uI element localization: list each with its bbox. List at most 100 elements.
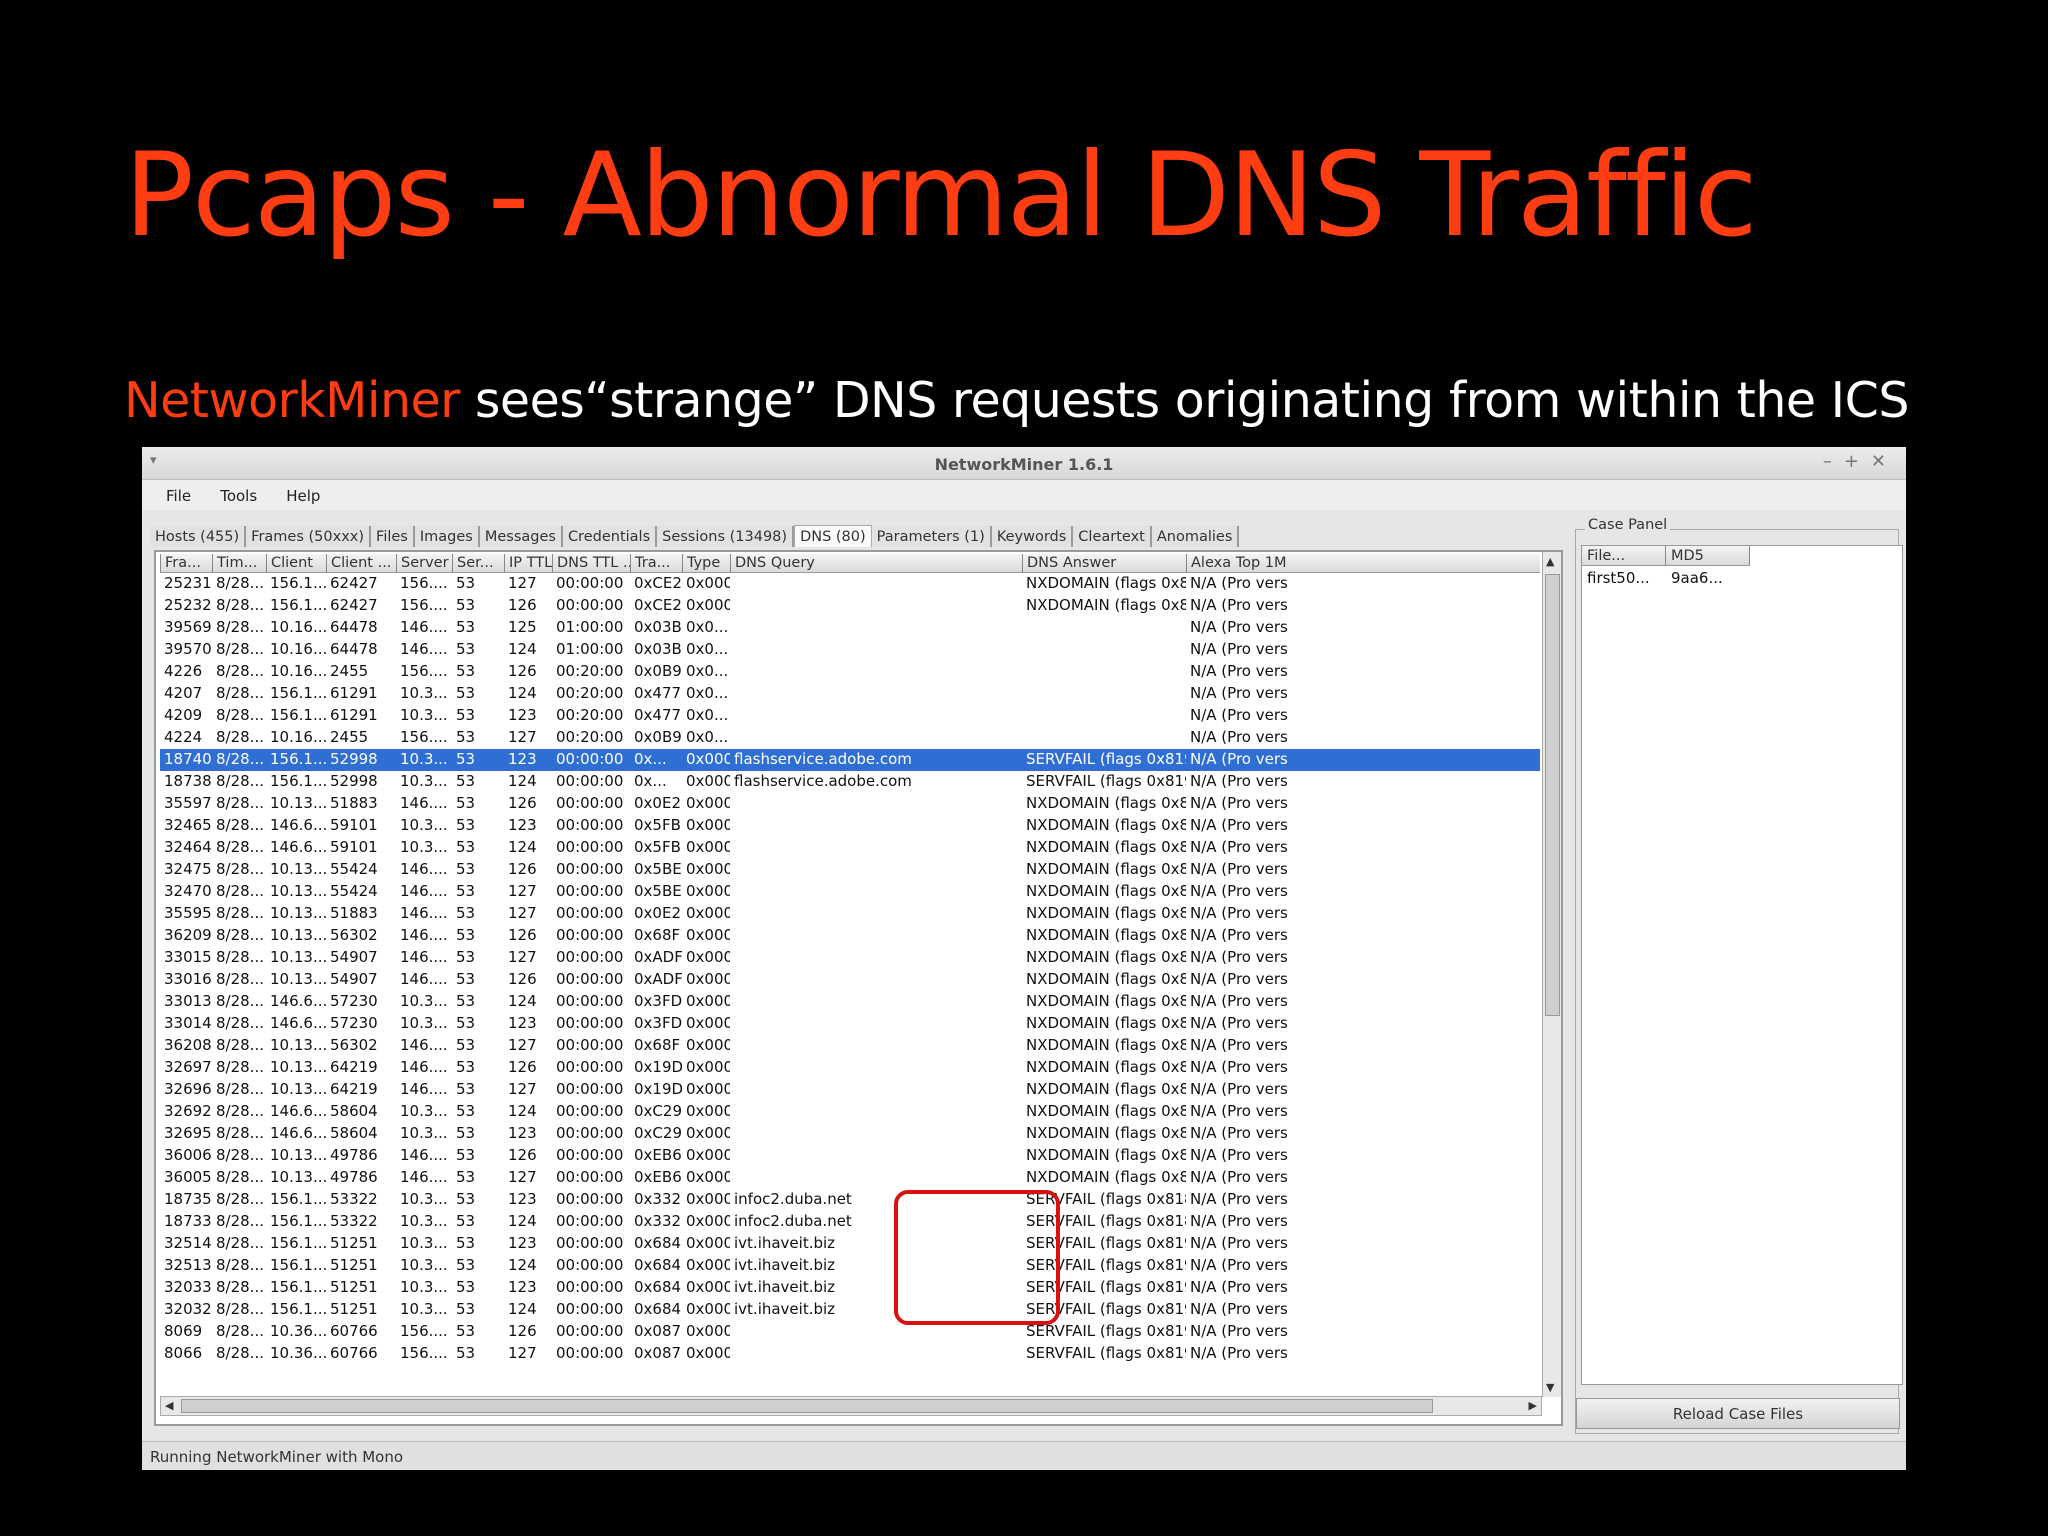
- tab-frames[interactable]: Frames (50xxx): [246, 526, 372, 547]
- column-header[interactable]: DNS TTL ...: [552, 554, 630, 572]
- column-header[interactable]: Alexa Top 1M: [1186, 554, 1306, 572]
- column-header[interactable]: Client ...: [326, 554, 396, 572]
- column-header[interactable]: Tra...: [630, 554, 682, 572]
- table-row[interactable]: 36208 8/28... 10.13... 56302 146.... 53 127 00:…: [160, 1035, 1540, 1057]
- table-cell: 00:00:00: [556, 926, 624, 944]
- vertical-scrollbar[interactable]: ▲ ▼: [1542, 552, 1561, 1397]
- tab-anomalies[interactable]: Anomalies: [1151, 526, 1240, 547]
- table-row[interactable]: 33015 8/28... 10.13... 54907 146.... 53 127 00:…: [160, 947, 1540, 969]
- table-row[interactable]: 36005 8/28... 10.13... 49786 146.... 53 127 00:…: [160, 1167, 1540, 1189]
- table-row[interactable]: 32032 8/28... 156.1... 51251 10.3... 53 124 00:…: [160, 1299, 1540, 1321]
- close-icon[interactable]: ✕: [1871, 451, 1898, 472]
- column-header[interactable]: DNS Answer: [1022, 554, 1186, 572]
- column-header[interactable]: DNS Query: [730, 554, 1022, 572]
- table-cell: 0x4777: [634, 706, 682, 724]
- tab-messages[interactable]: Messages: [479, 526, 563, 547]
- table-row[interactable]: 25232 8/28... 156.1... 62427 156.... 53 126 00:…: [160, 595, 1540, 617]
- table-row[interactable]: 8066 8/28... 10.36... 60766 156.... 53 127 00:0…: [160, 1343, 1540, 1365]
- scroll-right-icon[interactable]: ▶: [1529, 1399, 1537, 1412]
- table-cell: 53: [456, 882, 476, 900]
- table-row[interactable]: 32033 8/28... 156.1... 51251 10.3... 53 123 00:…: [160, 1277, 1540, 1299]
- table-row[interactable]: 18735 8/28... 156.1... 53322 10.3... 53 123 00:…: [160, 1189, 1540, 1211]
- tab-files[interactable]: Files: [371, 526, 415, 547]
- table-cell: 10.3...: [400, 1256, 448, 1274]
- tab-images[interactable]: Images: [414, 526, 480, 547]
- column-header[interactable]: Server: [396, 554, 452, 572]
- tab-keywords[interactable]: Keywords: [991, 526, 1074, 547]
- table-row[interactable]: 32513 8/28... 156.1... 51251 10.3... 53 124 00:…: [160, 1255, 1540, 1277]
- column-header[interactable]: Client: [266, 554, 326, 572]
- scroll-up-icon[interactable]: ▲: [1546, 555, 1554, 568]
- table-row[interactable]: 36006 8/28... 10.13... 49786 146.... 53 126 00:…: [160, 1145, 1540, 1167]
- horizontal-scroll-thumb[interactable]: [181, 1399, 1433, 1413]
- table-cell: 156....: [400, 596, 448, 614]
- table-row[interactable]: 4224 8/28... 10.16... 2455 156.... 53 127 00:20…: [160, 727, 1540, 749]
- table-row[interactable]: 4209 8/28... 156.1... 61291 10.3... 53 123 00:2…: [160, 705, 1540, 727]
- table-cell: 36006: [164, 1146, 212, 1164]
- table-row[interactable]: 32475 8/28... 10.13... 55424 146.... 53 126 00:…: [160, 859, 1540, 881]
- tab-cleartext[interactable]: Cleartext: [1073, 526, 1152, 547]
- menu-file[interactable]: File: [142, 480, 191, 505]
- table-cell: 0x0000: [686, 860, 730, 878]
- column-header[interactable]: Type: [682, 554, 730, 572]
- table-row[interactable]: 36209 8/28... 10.13... 56302 146.... 53 126 00:…: [160, 925, 1540, 947]
- tab-hosts[interactable]: Hosts (455): [150, 526, 247, 547]
- reload-case-files-button[interactable]: Reload Case Files: [1576, 1398, 1900, 1429]
- scroll-down-icon[interactable]: ▼: [1546, 1381, 1554, 1394]
- table-row[interactable]: 33014 8/28... 146.6... 57230 10.3... 53 123 00:…: [160, 1013, 1540, 1035]
- table-row[interactable]: 25231 8/28... 156.1... 62427 156.... 53 127 00:…: [160, 573, 1540, 595]
- table-cell: N/A (Pro vers: [1190, 1102, 1288, 1120]
- case-file-name[interactable]: first50...: [1582, 569, 1650, 587]
- horizontal-scrollbar[interactable]: ◀ ▶: [160, 1396, 1542, 1416]
- table-row[interactable]: 35595 8/28... 10.13... 51883 146.... 53 127 00:…: [160, 903, 1540, 925]
- table-row[interactable]: 32695 8/28... 146.6... 58604 10.3... 53 123 00:…: [160, 1123, 1540, 1145]
- column-header[interactable]: Ser...: [452, 554, 504, 572]
- table-row[interactable]: 32696 8/28... 10.13... 64219 146.... 53 127 00:…: [160, 1079, 1540, 1101]
- table-cell: 0x0000: [686, 1234, 730, 1252]
- table-cell: [730, 1145, 1022, 1167]
- table-row[interactable]: 39569 8/28... 10.16... 64478 146.... 53 125 01:…: [160, 617, 1540, 639]
- scroll-left-icon[interactable]: ◀: [165, 1399, 173, 1412]
- table-row[interactable]: 33016 8/28... 10.13... 54907 146.... 53 126 00:…: [160, 969, 1540, 991]
- maximize-icon[interactable]: +: [1844, 451, 1871, 472]
- table-row[interactable]: 32692 8/28... 146.6... 58604 10.3... 53 124 00:…: [160, 1101, 1540, 1123]
- vertical-scroll-thumb[interactable]: [1545, 574, 1560, 1016]
- tab-sessions[interactable]: Sessions (13498): [657, 526, 795, 547]
- table-row[interactable]: 39570 8/28... 10.16... 64478 146.... 53 124 01:…: [160, 639, 1540, 661]
- column-header[interactable]: Fra...: [160, 554, 212, 572]
- column-header[interactable]: IP TTL: [504, 554, 552, 572]
- table-row[interactable]: 32464 8/28... 146.6... 59101 10.3... 53 124 00:…: [160, 837, 1540, 859]
- table-cell: 8/28...: [216, 1014, 264, 1032]
- table-cell: 32475: [164, 860, 212, 878]
- status-bar: Running NetworkMiner with Mono: [142, 1441, 1906, 1470]
- menu-help[interactable]: Help: [262, 480, 320, 505]
- case-col-md5[interactable]: MD5: [1666, 546, 1750, 566]
- table-cell: 8/28...: [216, 706, 264, 724]
- column-header[interactable]: Tim...: [212, 554, 266, 572]
- table-row[interactable]: 35597 8/28... 10.13... 51883 146.... 53 126 00:…: [160, 793, 1540, 815]
- table-cell: [730, 881, 1022, 903]
- table-row[interactable]: 32514 8/28... 156.1... 51251 10.3... 53 123 00:…: [160, 1233, 1540, 1255]
- tab-credentials[interactable]: Credentials: [562, 526, 658, 547]
- table-cell: 32464: [164, 838, 212, 856]
- table-cell: NXDOMAIN (flags 0x8183): [1026, 1168, 1186, 1186]
- table-row[interactable]: 18733 8/28... 156.1... 53322 10.3... 53 124 00:…: [160, 1211, 1540, 1233]
- table-row[interactable]: 18740 8/28... 156.1... 52998 10.3... 53 123 00:…: [160, 749, 1540, 771]
- case-col-file[interactable]: File...: [1582, 546, 1666, 566]
- table-cell: 18740: [164, 750, 212, 768]
- table-row[interactable]: 32465 8/28... 146.6... 59101 10.3... 53 123 00:…: [160, 815, 1540, 837]
- table-cell: 00:00:00: [556, 1080, 624, 1098]
- table-row[interactable]: 8069 8/28... 10.36... 60766 156.... 53 126 00:0…: [160, 1321, 1540, 1343]
- tab-dns[interactable]: DNS (80): [794, 525, 872, 547]
- table-row[interactable]: 18738 8/28... 156.1... 52998 10.3... 53 124 00:…: [160, 771, 1540, 793]
- table-row[interactable]: 4207 8/28... 156.1... 61291 10.3... 53 124 00:2…: [160, 683, 1540, 705]
- table-cell: 123: [508, 1124, 537, 1142]
- tab-parameters[interactable]: Parameters (1): [871, 526, 992, 547]
- table-row[interactable]: 4226 8/28... 10.16... 2455 156.... 53 126 00:20…: [160, 661, 1540, 683]
- table-row[interactable]: 33013 8/28... 146.6... 57230 10.3... 53 124 00:…: [160, 991, 1540, 1013]
- table-row[interactable]: 32470 8/28... 10.13... 55424 146.... 53 127 00:…: [160, 881, 1540, 903]
- minimize-icon[interactable]: –: [1823, 451, 1844, 472]
- menu-tools[interactable]: Tools: [196, 480, 257, 505]
- table-row[interactable]: 32697 8/28... 10.13... 64219 146.... 53 126 00:…: [160, 1057, 1540, 1079]
- case-file-md5[interactable]: 9aa6...: [1666, 569, 1723, 587]
